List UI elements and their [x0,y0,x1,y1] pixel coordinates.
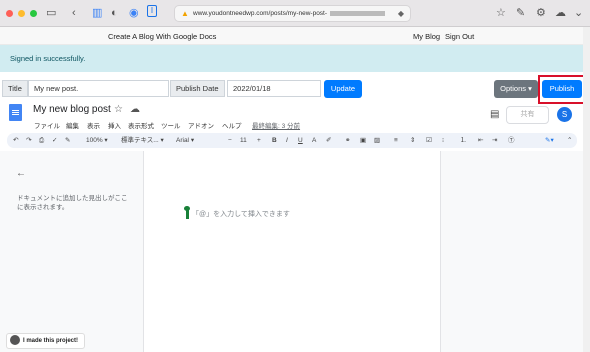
shield-extension-icon[interactable]: ◐ [111,6,118,20]
title-label: Title [2,80,28,97]
style-value: 標準テキス... [121,137,159,144]
menu-format[interactable]: 表示形式 [128,120,154,130]
underline-icon[interactable]: U [298,136,303,145]
highlight-color-icon[interactable]: ✐ [326,136,331,145]
menu-tools[interactable]: ツール [161,120,181,130]
align-icon[interactable]: ≡ [394,136,398,145]
menu-edit[interactable]: 編集 [66,120,79,130]
close-window-button[interactable] [6,10,13,17]
print-icon[interactable]: ⎙ [39,136,44,145]
zoom-select[interactable]: 100% ▾ [86,136,108,145]
increase-indent-icon[interactable]: ⇥ [492,136,497,145]
spellcheck-icon[interactable]: ✓ [52,136,57,145]
pocket-icon[interactable]: ◉ [129,6,139,20]
redo-icon[interactable]: ↷ [26,136,31,145]
decrease-font-size-icon[interactable]: − [228,136,232,145]
checklist-icon[interactable]: ☑ [426,136,432,145]
increase-font-size-icon[interactable]: + [257,136,261,145]
decrease-indent-icon[interactable]: ⇤ [478,136,483,145]
menu-view[interactable]: 表示 [87,120,100,130]
italic-icon[interactable]: I [286,136,288,145]
numbered-list-icon[interactable]: ⒈ [460,136,467,145]
pen-icon[interactable]: ✎ [516,6,525,20]
editing-mode-icon[interactable]: ✎▾ [545,136,554,145]
document-placeholder: 「@」を入力して挿入できます [192,211,290,218]
chevron-down-icon[interactable]: ⌄ [574,6,583,20]
clear-format-icon[interactable]: Ⓣ [508,136,515,145]
caret-down-icon: ▾ [528,84,532,93]
cursor-marker-head [184,206,190,211]
document-title[interactable]: My new blog post [33,104,111,115]
star-doc-icon[interactable]: ☆ [114,104,123,115]
zoom-value: 100% [86,137,103,144]
url-text: www.youdontneedwp.com/posts/my-new-post- [193,10,328,17]
text-color-icon[interactable]: A [312,136,316,145]
made-this-badge[interactable]: I made this project! [6,333,86,349]
back-icon[interactable]: ‹ [72,6,76,20]
font-value: Arial [176,137,190,144]
paint-format-icon[interactable]: ✎ [65,136,70,145]
minimize-window-button[interactable] [18,10,25,17]
signin-success-alert: Signed in successfully. [0,45,583,72]
publish-date-label: Publish Date [170,80,225,97]
cloud-status-icon[interactable]: ☁ [130,104,140,115]
outline-back-icon[interactable]: ← [16,168,26,179]
options-label: Options [500,84,526,93]
link-icon[interactable]: ⚭ [345,136,350,145]
gear-icon[interactable]: ⚙ [536,6,546,20]
outline-hint-line-1: ドキュメントに追加した見出しがここ [17,195,128,202]
bold-icon[interactable]: B [272,136,277,145]
badge-label: I made this project! [23,338,79,344]
undo-icon[interactable]: ↶ [13,136,18,145]
last-edit-link[interactable]: 最終編集: 3 分前 [252,120,300,130]
outline-hint: ドキュメントに追加した見出しがここ に表示されます。 [17,194,128,212]
menu-addons[interactable]: アドオン [188,120,214,130]
insert-image-icon[interactable]: ▨ [374,136,380,145]
address-bar[interactable]: ▲ www.youdontneedwp.com/posts/my-new-pos… [174,5,411,22]
redacted-url-block [329,10,385,16]
title-input[interactable]: My new post. [28,80,169,97]
publish-date-input[interactable]: 2022/01/18 [227,80,321,97]
cloud-icon[interactable]: ☁ [555,6,566,20]
menu-file[interactable]: ファイル [34,120,60,130]
author-avatar-icon [10,335,20,346]
avatar[interactable]: S [557,107,572,122]
lock-icon: ▲ [181,9,189,18]
privacy-shield-icon: ◆ [397,9,404,18]
font-select[interactable]: Arial ▾ [176,136,194,145]
outline-hint-line-2: に表示されます。 [17,204,69,211]
style-select[interactable]: 標準テキス... ▾ [121,136,164,145]
document-page[interactable] [143,151,441,352]
sidebar-toggle-icon[interactable]: ▭ [46,6,56,20]
font-size-input[interactable]: 11 [240,136,247,145]
line-spacing-icon[interactable]: ⇕ [410,136,415,145]
publish-button[interactable]: Publish [542,80,582,98]
star-icon[interactable]: ☆ [496,6,506,20]
menu-help[interactable]: ヘルプ [222,120,242,130]
site-header [0,27,590,45]
update-button[interactable]: Update [324,80,362,98]
zoom-window-button[interactable] [30,10,37,17]
add-comment-icon[interactable]: ▣ [360,136,366,145]
my-blog-link[interactable]: My Blog [413,32,440,41]
options-dropdown-button[interactable]: Options ▾ [494,80,538,98]
bulleted-list-icon[interactable]: ⁝ [442,136,444,145]
comment-icon[interactable]: ▤ [490,109,499,120]
site-brand[interactable]: Create A Blog With Google Docs [108,32,216,41]
hide-menus-icon[interactable]: ⌃ [567,136,572,145]
extension-trash-icon[interactable]: ▥ [92,6,102,20]
google-docs-icon[interactable] [9,104,22,121]
page-scrollbar[interactable] [583,27,590,352]
sign-out-link[interactable]: Sign Out [445,32,474,41]
share-button[interactable]: 共有 [506,106,549,124]
menu-insert[interactable]: 挿入 [108,120,121,130]
bookmark-extension-icon[interactable]: I [147,5,157,17]
